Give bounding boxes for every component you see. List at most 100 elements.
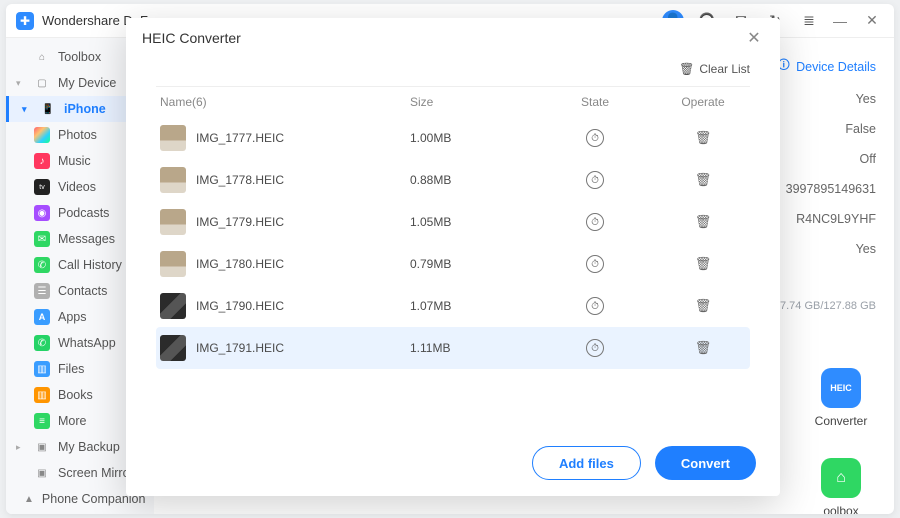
storage-text: 57.74 GB/127.88 GB — [774, 300, 876, 312]
delete-row-button[interactable] — [694, 213, 712, 231]
more-icon — [34, 413, 50, 429]
tool-card-toolbox[interactable]: oolbox — [806, 458, 876, 514]
file-size: 1.00MB — [410, 131, 530, 145]
app-logo-icon — [16, 12, 34, 30]
file-name: IMG_1777.HEIC — [196, 131, 284, 145]
file-thumbnail — [160, 125, 186, 151]
col-name: Name(6) — [160, 95, 410, 109]
mirror-icon — [34, 465, 50, 481]
trash-icon: 🗑 — [679, 62, 694, 76]
contacts-icon — [34, 283, 50, 299]
app-window: Wondershare Dr.Fone 👤 🎧 ✉ ↻ ≣ — ✕ Toolbo… — [6, 4, 894, 514]
clear-list-label: Clear List — [699, 62, 750, 76]
sidebar-label: Videos — [58, 180, 96, 194]
sidebar-label: Files — [58, 362, 84, 376]
file-name: IMG_1791.HEIC — [196, 341, 284, 355]
photos-icon — [34, 127, 50, 143]
videos-icon — [34, 179, 50, 195]
file-size: 1.11MB — [410, 341, 530, 355]
sidebar-label: Photos — [58, 128, 97, 142]
heic-icon — [821, 368, 861, 408]
toolbox-icon — [34, 49, 50, 65]
file-thumbnail — [160, 335, 186, 361]
col-state: State — [530, 95, 660, 109]
files-icon — [34, 361, 50, 377]
file-thumbnail — [160, 167, 186, 193]
delete-row-button[interactable] — [694, 129, 712, 147]
sidebar-label: Screen Mirror — [58, 466, 134, 480]
whatsapp-icon — [34, 335, 50, 351]
col-size: Size — [410, 95, 530, 109]
sidebar-label: Podcasts — [58, 206, 109, 220]
file-thumbnail — [160, 209, 186, 235]
detail-value: Off — [786, 152, 876, 166]
convert-button[interactable]: Convert — [655, 446, 756, 480]
file-size: 1.07MB — [410, 299, 530, 313]
heic-converter-modal: HEIC Converter ✕ 🗑 Clear List Name(6) Si… — [126, 18, 780, 496]
file-table: Name(6) Size State Operate IMG_1777.HEIC… — [156, 86, 750, 369]
pending-state-icon — [586, 129, 604, 147]
file-thumbnail — [160, 251, 186, 277]
sidebar-label: Music — [58, 154, 91, 168]
sidebar-label: Contacts — [58, 284, 107, 298]
sidebar-label: Call History — [58, 258, 122, 272]
sidebar-label: More — [58, 414, 86, 428]
table-header: Name(6) Size State Operate — [156, 87, 750, 117]
device-details-link[interactable]: Device Details — [777, 56, 876, 77]
detail-value: Yes — [786, 92, 876, 106]
backup-icon — [34, 439, 50, 455]
file-name: IMG_1780.HEIC — [196, 257, 284, 271]
music-icon — [34, 153, 50, 169]
tool-card-heic-converter[interactable]: Converter — [806, 368, 876, 428]
device-detail-list: Yes False Off 3997895149631 R4NC9L9YHF Y… — [786, 92, 876, 256]
detail-value: False — [786, 122, 876, 136]
minimize-button[interactable]: — — [828, 9, 852, 33]
file-size: 0.79MB — [410, 257, 530, 271]
table-row[interactable]: IMG_1791.HEIC 1.11MB — [156, 327, 750, 369]
detail-value: Yes — [786, 242, 876, 256]
books-icon — [34, 387, 50, 403]
tool-label: Converter — [806, 414, 876, 428]
file-size: 1.05MB — [410, 215, 530, 229]
table-row[interactable]: IMG_1777.HEIC 1.00MB — [156, 117, 750, 159]
file-thumbnail — [160, 293, 186, 319]
sidebar-label: iPhone — [64, 102, 106, 116]
sidebar-label: Books — [58, 388, 93, 402]
iphone-icon — [40, 101, 56, 117]
pending-state-icon — [586, 297, 604, 315]
device-details-label: Device Details — [796, 60, 876, 74]
toolbox-card-icon — [821, 458, 861, 498]
sidebar-label: Messages — [58, 232, 115, 246]
detail-value: 3997895149631 — [786, 182, 876, 196]
col-operate: Operate — [660, 95, 746, 109]
delete-row-button[interactable] — [694, 339, 712, 357]
pending-state-icon — [586, 171, 604, 189]
table-row[interactable]: IMG_1780.HEIC 0.79MB — [156, 243, 750, 285]
detail-value: R4NC9L9YHF — [786, 212, 876, 226]
delete-row-button[interactable] — [694, 255, 712, 273]
modal-close-button[interactable]: ✕ — [744, 28, 764, 48]
table-row[interactable]: IMG_1778.HEIC0.88MB — [156, 159, 750, 201]
sidebar-label: Apps — [58, 310, 87, 324]
pending-state-icon — [586, 339, 604, 357]
apps-icon — [34, 309, 50, 325]
pending-state-icon — [586, 255, 604, 273]
tool-label: oolbox — [806, 504, 876, 514]
sidebar-label: Toolbox — [58, 50, 101, 64]
close-window-button[interactable]: ✕ — [860, 9, 884, 33]
file-name: IMG_1790.HEIC — [196, 299, 284, 313]
table-row[interactable]: IMG_1790.HEIC 1.07MB — [156, 285, 750, 327]
modal-title: HEIC Converter — [142, 30, 241, 46]
delete-row-button[interactable] — [694, 297, 712, 315]
companion-icon — [24, 491, 34, 507]
add-files-button[interactable]: Add files — [532, 446, 641, 480]
messages-icon — [34, 231, 50, 247]
sidebar-label: WhatsApp — [58, 336, 116, 350]
menu-list-icon[interactable]: ≣ — [798, 10, 820, 32]
clear-list-button[interactable]: 🗑 Clear List — [679, 62, 750, 76]
sidebar-label: My Device — [58, 76, 116, 90]
table-row[interactable]: IMG_1779.HEIC1.05MB — [156, 201, 750, 243]
call-icon — [34, 257, 50, 273]
file-size: 0.88MB — [410, 173, 530, 187]
delete-row-button[interactable] — [694, 171, 712, 189]
